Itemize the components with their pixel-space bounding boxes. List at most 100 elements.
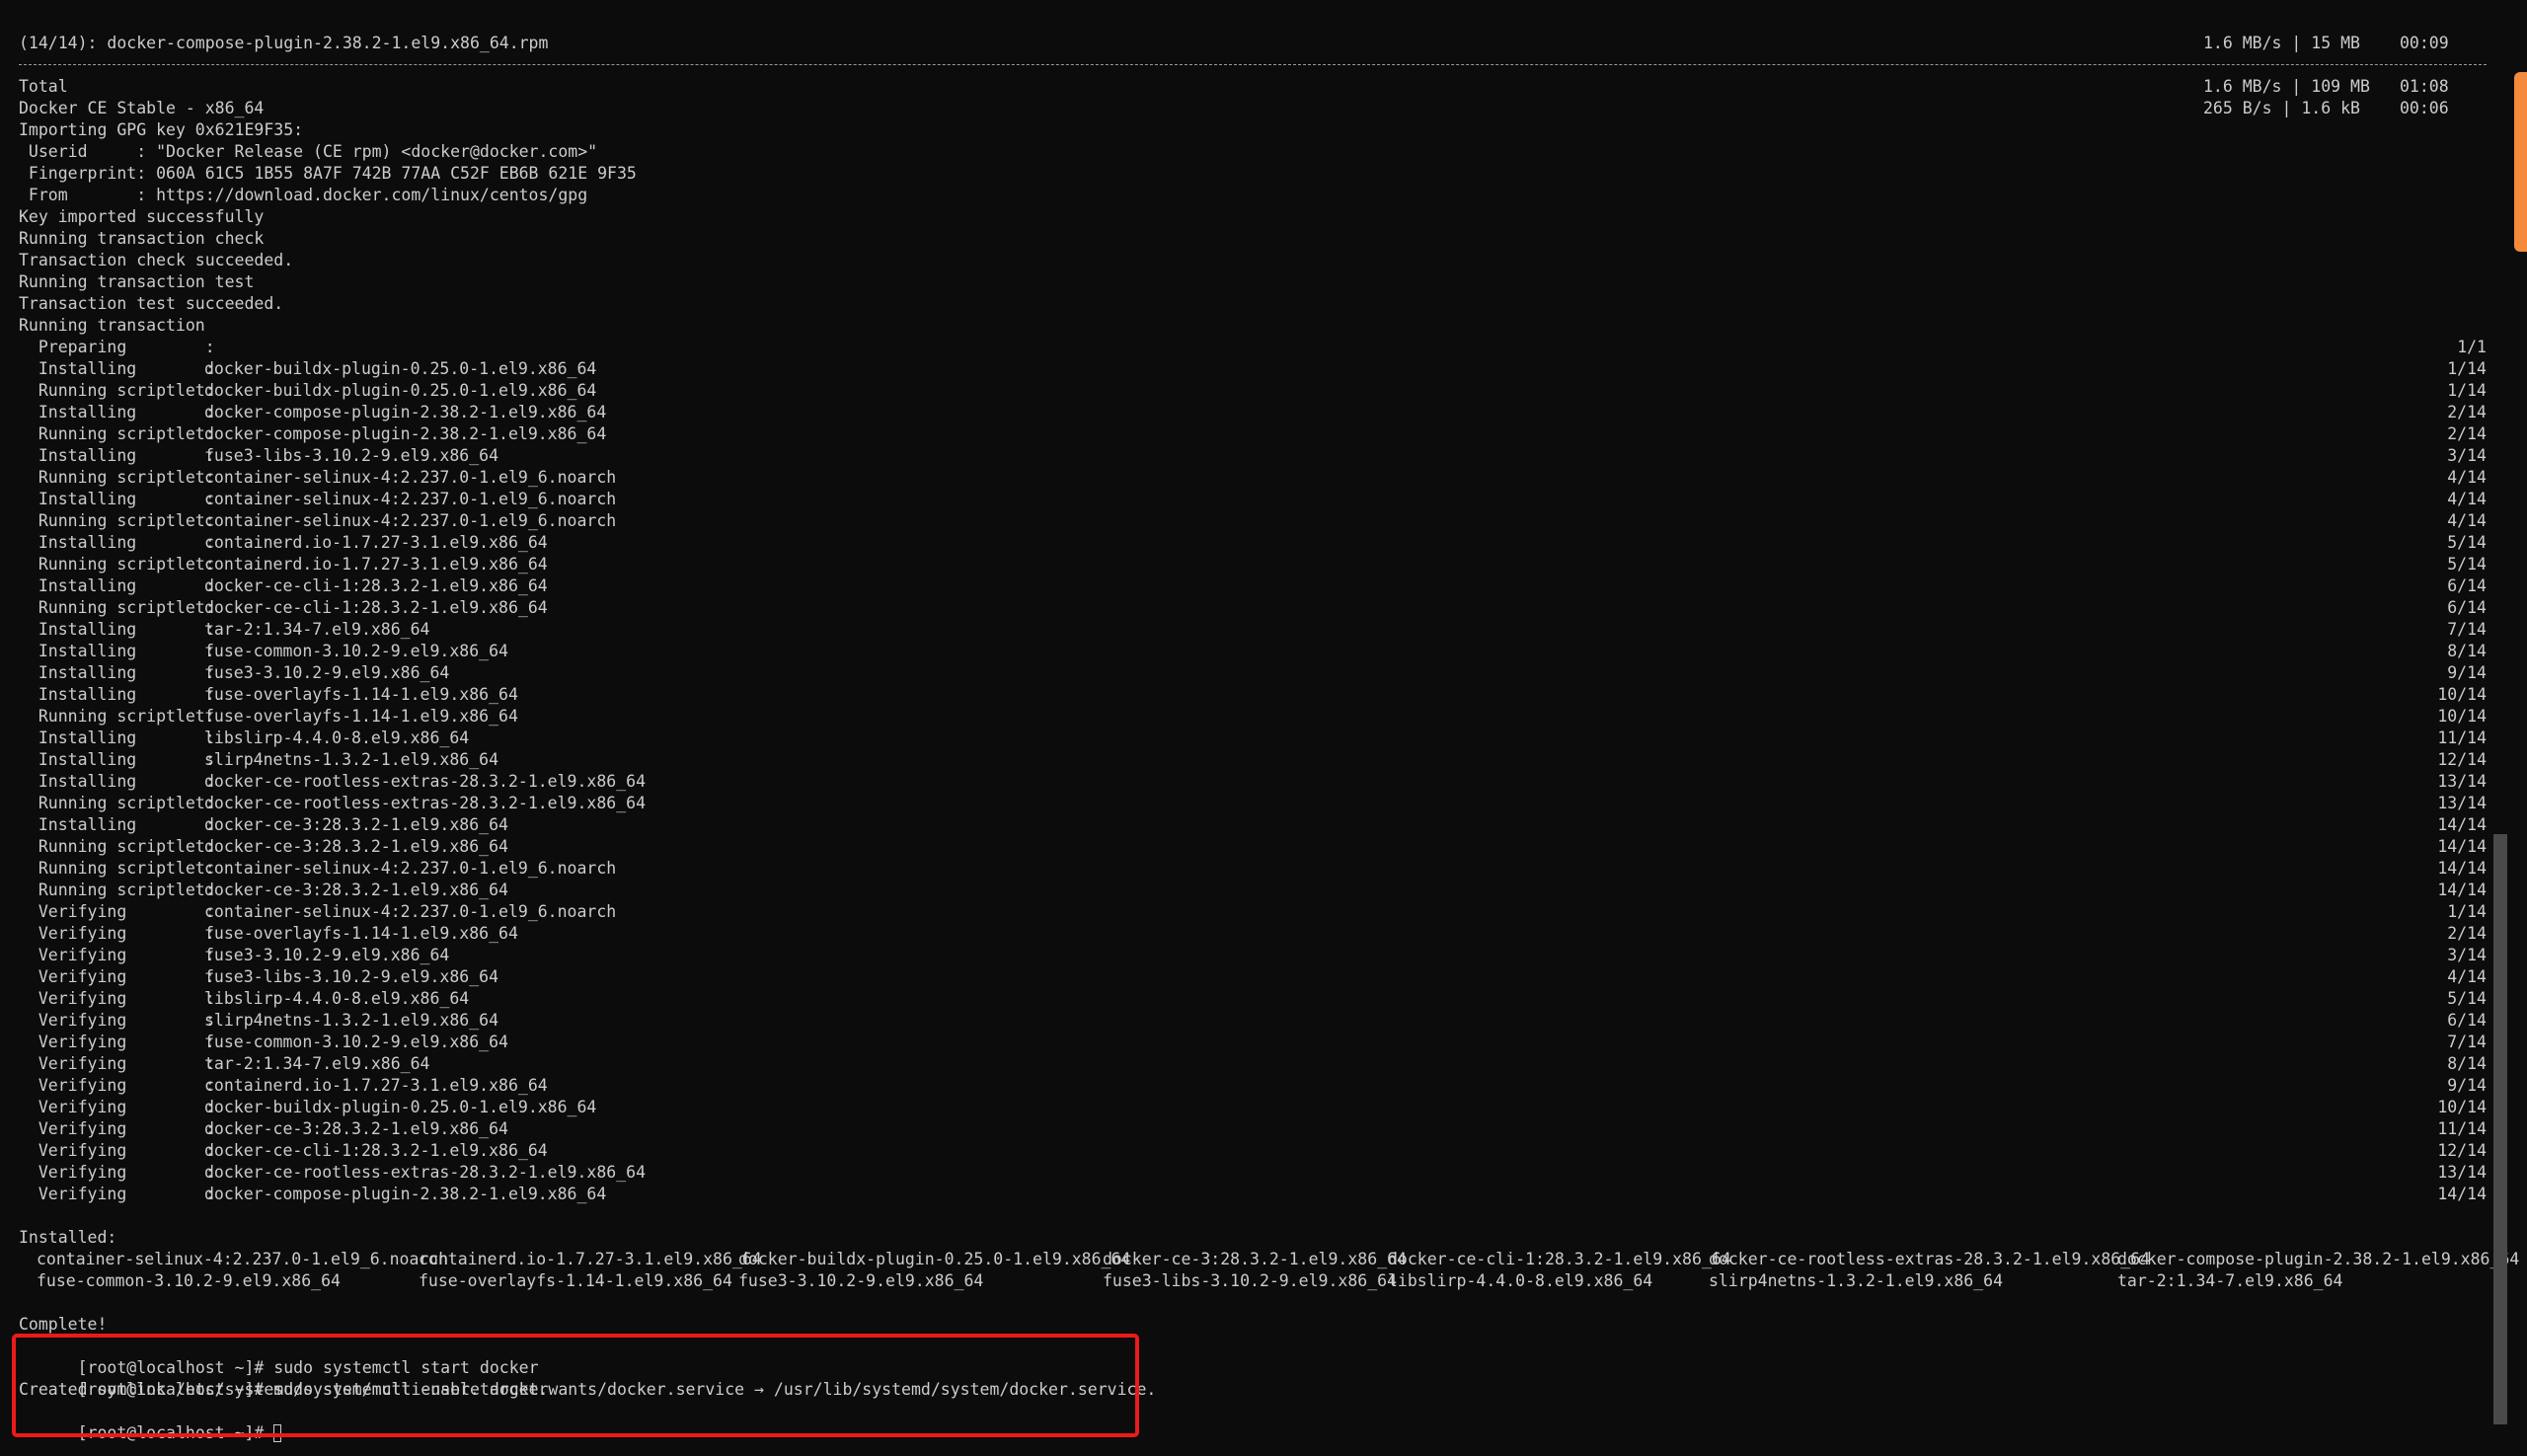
step-progress: 12/14 xyxy=(2437,1141,2487,1160)
transaction-step: Installing : fuse-overlayfs-1.14-1.el9.x8… xyxy=(19,684,2487,706)
transaction-step: Verifying : container-selinux-4:2.237.0-1… xyxy=(19,901,2487,923)
transaction-step: Verifying : docker-buildx-plugin-0.25.0-1… xyxy=(19,1097,2487,1118)
installed-package: fuse-overlayfs-1.14-1.el9.x86_64 xyxy=(419,1271,732,1290)
download-speed: 1.6 MB/s | 15 MB xyxy=(2203,34,2360,52)
step-action: Running scriptlet: xyxy=(19,598,215,617)
step-progress: 3/14 xyxy=(2447,446,2487,465)
step-progress: 14/14 xyxy=(2437,837,2487,856)
transaction-step: Running scriptlet: container-selinux-4:2.… xyxy=(19,467,2487,489)
transaction-step: Installing : fuse3-3.10.2-9.el9.x86_64 9/1… xyxy=(19,662,2487,684)
transaction-step: Installing : slirp4netns-1.3.2-1.el9.x86_… xyxy=(19,749,2487,771)
step-package: docker-ce-3:28.3.2-1.el9.x86_64 xyxy=(204,815,508,834)
step-package: fuse-overlayfs-1.14-1.el9.x86_64 xyxy=(204,707,518,726)
step-action: Running scriptlet: xyxy=(19,707,215,726)
installed-package: docker-ce-3:28.3.2-1.el9.x86_64 xyxy=(1103,1250,1407,1268)
step-package: libslirp-4.4.0-8.el9.x86_64 xyxy=(204,989,470,1008)
step-progress: 11/14 xyxy=(2437,1119,2487,1138)
gpg-line: Transaction test succeeded. xyxy=(19,294,284,313)
installed-packages: container-selinux-4:2.237.0-1.el9_6.noar… xyxy=(19,1249,2519,1292)
step-action: Installing : xyxy=(19,750,215,769)
step-package: docker-ce-cli-1:28.3.2-1.el9.x86_64 xyxy=(204,576,548,595)
step-progress: 4/14 xyxy=(2447,468,2487,487)
transaction-step: Installing : fuse-common-3.10.2-9.el9.x86… xyxy=(19,641,2487,662)
scrollbar-thumb[interactable] xyxy=(2493,834,2507,1424)
installed-package: fuse3-libs-3.10.2-9.el9.x86_64 xyxy=(1103,1271,1398,1290)
step-progress: 5/14 xyxy=(2447,555,2487,574)
installed-package: tar-2:1.34-7.el9.x86_64 xyxy=(2117,1271,2343,1290)
step-action: Verifying : xyxy=(19,1098,215,1116)
download-progress-line: (14/14): docker-compose-plugin-2.38.2-1.… xyxy=(19,33,2487,54)
installed-package: docker-compose-plugin-2.38.2-1.el9.x86_6… xyxy=(2117,1250,2520,1268)
step-action: Running scriptlet: xyxy=(19,381,215,400)
transaction-step: Running scriptlet: container-selinux-4:2.… xyxy=(19,510,2487,532)
transaction-steps: Preparing :1/1 Installing : docker-buildx… xyxy=(19,337,2487,1205)
scroll-minimap-marker[interactable] xyxy=(2514,72,2527,252)
transaction-step: Installing : libslirp-4.4.0-8.el9.x86_64 1… xyxy=(19,728,2487,749)
step-package: slirp4netns-1.3.2-1.el9.x86_64 xyxy=(204,750,499,769)
gpg-line: Running transaction test xyxy=(19,272,255,291)
transaction-step: Installing : docker-ce-3:28.3.2-1.el9.x86… xyxy=(19,814,2487,836)
step-action: Verifying : xyxy=(19,1011,215,1030)
step-progress: 10/14 xyxy=(2437,1098,2487,1116)
step-package: fuse-overlayfs-1.14-1.el9.x86_64 xyxy=(204,924,518,943)
complete-message: Complete! xyxy=(19,1315,108,1334)
terminal-window[interactable]: (14/14): docker-compose-plugin-2.38.2-1.… xyxy=(0,0,2527,1456)
transaction-step: Verifying : tar-2:1.34-7.el9.x86_64 8/14 xyxy=(19,1053,2487,1075)
transaction-step: Running scriptlet: docker-buildx-plugin-0… xyxy=(19,380,2487,402)
step-action: Verifying : xyxy=(19,1163,215,1182)
step-action: Running scriptlet: xyxy=(19,794,215,812)
step-progress: 8/14 xyxy=(2447,1054,2487,1073)
transaction-step: Verifying : containerd.io-1.7.27-3.1.el9.… xyxy=(19,1075,2487,1097)
step-action: Installing : xyxy=(19,620,215,639)
step-progress: 5/14 xyxy=(2447,533,2487,552)
step-package: tar-2:1.34-7.el9.x86_64 xyxy=(204,1054,430,1073)
step-package: fuse3-3.10.2-9.el9.x86_64 xyxy=(204,946,450,964)
step-package: docker-ce-cli-1:28.3.2-1.el9.x86_64 xyxy=(204,1141,548,1160)
transaction-step: Verifying : fuse-common-3.10.2-9.el9.x86_… xyxy=(19,1032,2487,1053)
step-progress: 6/14 xyxy=(2447,598,2487,617)
step-progress: 9/14 xyxy=(2447,663,2487,682)
transaction-step: Running scriptlet: docker-ce-cli-1:28.3.2… xyxy=(19,597,2487,619)
gpg-line: From : https://download.docker.com/linux… xyxy=(19,186,588,204)
installed-row: container-selinux-4:2.237.0-1.el9_6.noar… xyxy=(19,1249,2519,1270)
step-package: container-selinux-4:2.237.0-1.el9_6.noar… xyxy=(204,902,617,921)
step-progress: 10/14 xyxy=(2437,707,2487,726)
transaction-step: Verifying : docker-ce-3:28.3.2-1.el9.x86_… xyxy=(19,1118,2487,1140)
gpg-line: Key imported successfully xyxy=(19,207,265,226)
step-progress: 3/14 xyxy=(2447,946,2487,964)
step-progress: 5/14 xyxy=(2447,989,2487,1008)
installed-package: slirp4netns-1.3.2-1.el9.x86_64 xyxy=(1709,1271,2004,1290)
step-package: libslirp-4.4.0-8.el9.x86_64 xyxy=(204,728,470,747)
transaction-step: Installing : docker-buildx-plugin-0.25.0-… xyxy=(19,358,2487,380)
transaction-step: Running scriptlet: docker-ce-3:28.3.2-1.e… xyxy=(19,880,2487,901)
step-progress: 1/14 xyxy=(2447,381,2487,400)
step-progress: 6/14 xyxy=(2447,576,2487,595)
step-action: Running scriptlet: xyxy=(19,881,215,899)
step-package: docker-buildx-plugin-0.25.0-1.el9.x86_64 xyxy=(204,359,597,378)
step-progress: 11/14 xyxy=(2437,728,2487,747)
step-action: Running scriptlet: xyxy=(19,511,215,530)
gpg-line: Running transaction xyxy=(19,316,205,335)
transaction-step: Verifying : fuse3-3.10.2-9.el9.x86_64 3/14 xyxy=(19,945,2487,966)
step-progress: 4/14 xyxy=(2447,490,2487,508)
step-action: Installing : xyxy=(19,403,215,421)
step-action: Verifying : xyxy=(19,902,215,921)
transaction-step: Installing : container-selinux-4:2.237.0-… xyxy=(19,489,2487,510)
total-speed: 1.6 MB/s | 109 MB xyxy=(2203,77,2370,96)
step-progress: 7/14 xyxy=(2447,1033,2487,1051)
step-progress: 14/14 xyxy=(2437,1185,2487,1203)
installed-package: docker-ce-cli-1:28.3.2-1.el9.x86_64 xyxy=(1388,1250,1731,1268)
installed-package: containerd.io-1.7.27-3.1.el9.x86_64 xyxy=(419,1250,762,1268)
installed-package: libslirp-4.4.0-8.el9.x86_64 xyxy=(1388,1271,1653,1290)
step-package: container-selinux-4:2.237.0-1.el9_6.noar… xyxy=(204,468,617,487)
transaction-step: Running scriptlet: containerd.io-1.7.27-3… xyxy=(19,554,2487,575)
step-action: Verifying : xyxy=(19,946,215,964)
repo-speed: 265 B/s | 1.6 kB xyxy=(2203,99,2360,117)
step-package: docker-ce-rootless-extras-28.3.2-1.el9.x… xyxy=(204,772,647,791)
step-progress: 4/14 xyxy=(2447,511,2487,530)
step-progress: 2/14 xyxy=(2447,424,2487,443)
step-action: Running scriptlet: xyxy=(19,555,215,574)
installed-package: container-selinux-4:2.237.0-1.el9_6.noar… xyxy=(37,1250,449,1268)
installed-package: fuse3-3.10.2-9.el9.x86_64 xyxy=(738,1271,984,1290)
